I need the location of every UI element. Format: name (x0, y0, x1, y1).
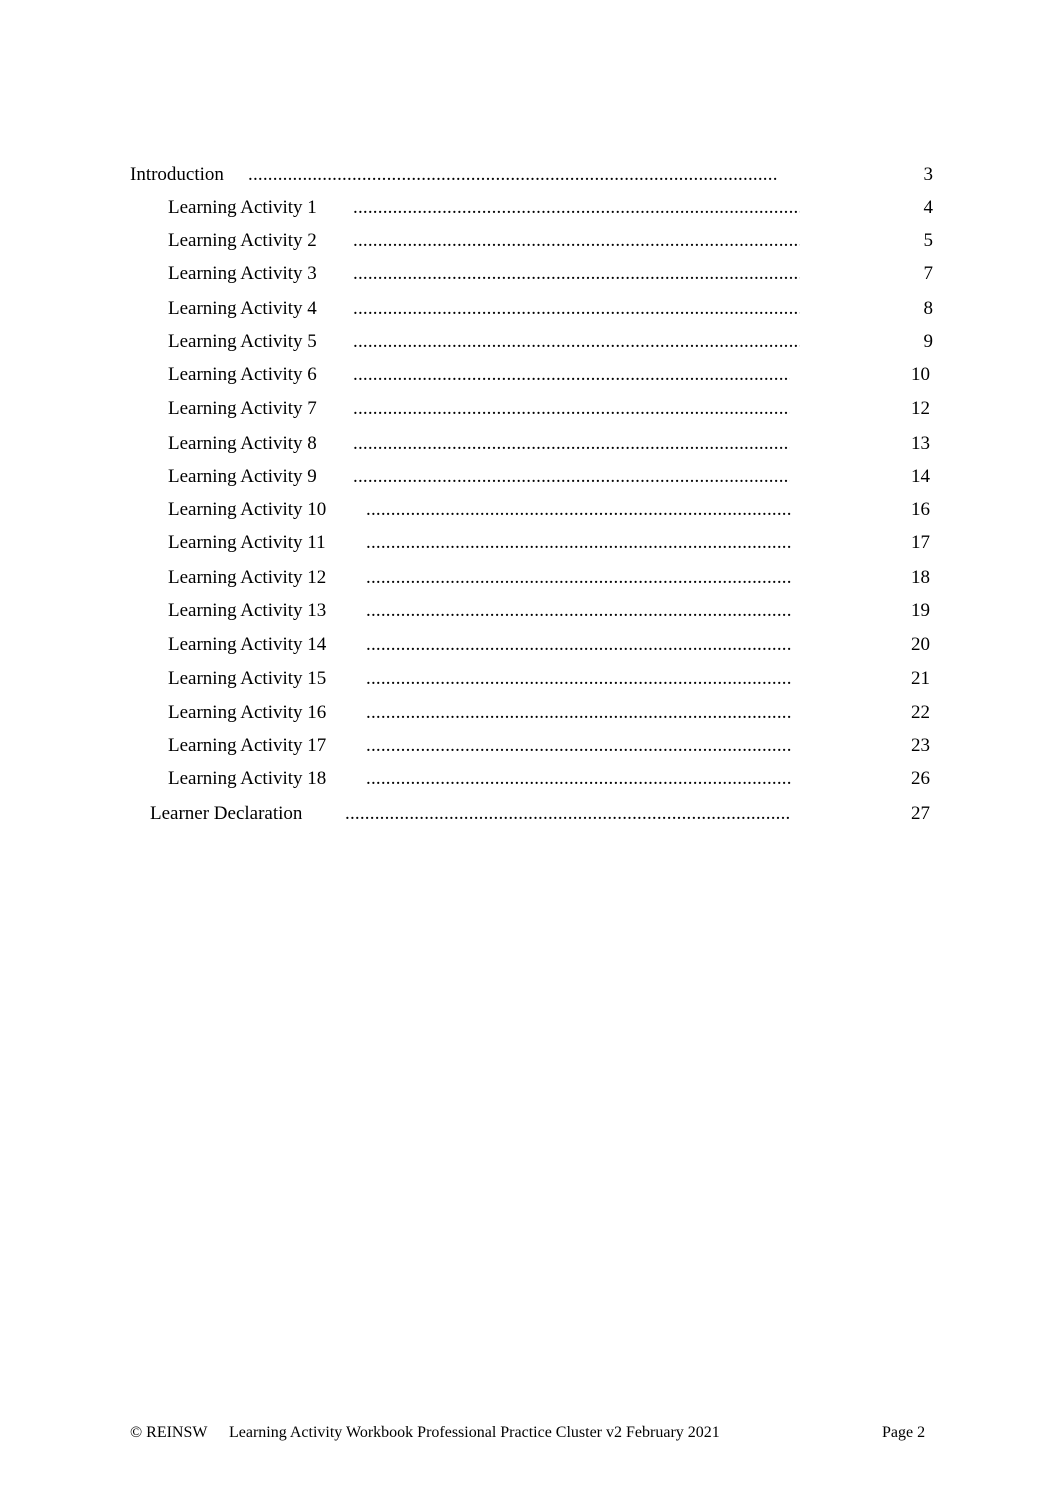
toc-page-number[interactable]: 5 (893, 229, 934, 253)
toc-page-number[interactable]: 4 (893, 196, 934, 220)
toc-entry[interactable]: Learning Activity 9.....................… (0, 465, 1062, 489)
toc-entry[interactable]: Learning Activity 10....................… (0, 498, 1062, 522)
toc-leader-dots: ........................................… (366, 600, 793, 621)
toc-entry[interactable]: Learner Declaration.....................… (0, 802, 1062, 826)
toc-entry-title[interactable]: Learning Activity 15 (168, 667, 326, 691)
footer-document-title: Learning Activity Workbook Professional … (229, 1424, 720, 1441)
toc-entry[interactable]: Learning Activity 3.....................… (0, 262, 1062, 286)
toc-page-number[interactable]: 9 (893, 330, 934, 354)
toc-entry[interactable]: Learning Activity 12....................… (0, 566, 1062, 590)
toc-entry-title[interactable]: Learning Activity 6 (168, 363, 317, 387)
toc-leader-dots: ........................................… (248, 164, 778, 185)
toc-entry[interactable]: Introduction............................… (0, 163, 1062, 187)
toc-entry-title[interactable]: Learning Activity 8 (168, 432, 317, 456)
toc-entry-title[interactable]: Learning Activity 7 (168, 397, 317, 421)
toc-entry-title[interactable]: Learning Activity 14 (168, 633, 326, 657)
toc-page-number[interactable]: 8 (893, 297, 934, 321)
toc-entry[interactable]: Learning Activity 16....................… (0, 701, 1062, 725)
toc-entry-title[interactable]: Learning Activity 5 (168, 330, 317, 354)
toc-page-number[interactable]: 3 (893, 163, 934, 187)
toc-entry-title[interactable]: Learner Declaration (150, 802, 302, 826)
toc-entry[interactable]: Learning Activity 5.....................… (0, 330, 1062, 354)
toc-entry[interactable]: Learning Activity 14....................… (0, 633, 1062, 657)
toc-entry-title[interactable]: Learning Activity 9 (168, 465, 317, 489)
toc-page-number[interactable]: 21 (890, 667, 930, 691)
toc-page-number[interactable]: 10 (890, 363, 930, 387)
toc-entry[interactable]: Learning Activity 4.....................… (0, 297, 1062, 321)
toc-leader-dots: ........................................… (366, 668, 793, 689)
toc-entry[interactable]: Learning Activity 11....................… (0, 531, 1062, 555)
toc-page-number[interactable]: 16 (890, 498, 930, 522)
toc-page-number[interactable]: 12 (890, 397, 930, 421)
toc-leader-dots: ........................................… (345, 803, 790, 824)
toc-entry-title[interactable]: Learning Activity 3 (168, 262, 317, 286)
toc-page-number[interactable]: 27 (890, 802, 930, 826)
toc-page-number[interactable]: 18 (890, 566, 930, 590)
toc-page-number[interactable]: 13 (890, 432, 930, 456)
toc-leader-dots: ........................................… (366, 532, 793, 553)
toc-leader-dots: ........................................… (366, 567, 793, 588)
toc-leader-dots: ........................................… (353, 331, 800, 352)
toc-page-number[interactable]: 7 (893, 262, 934, 286)
toc-leader-dots: ........................................… (366, 702, 793, 723)
toc-entry-title[interactable]: Learning Activity 18 (168, 767, 326, 791)
toc-entry-title[interactable]: Learning Activity 12 (168, 566, 326, 590)
toc-entry-title[interactable]: Learning Activity 13 (168, 599, 326, 623)
toc-entry[interactable]: Learning Activity 15....................… (0, 667, 1062, 691)
toc-page-number[interactable]: 26 (890, 767, 930, 791)
toc-page-number[interactable]: 20 (890, 633, 930, 657)
page-footer: © REINSW Learning Activity Workbook Prof… (0, 1422, 1062, 1444)
toc-entry[interactable]: Learning Activity 1.....................… (0, 196, 1062, 220)
toc-leader-dots: ........................................… (353, 298, 800, 319)
toc-page-number[interactable]: 17 (890, 531, 930, 555)
toc-leader-dots: ........................................… (366, 634, 793, 655)
toc-leader-dots: ........................................… (366, 735, 793, 756)
toc-entry-title[interactable]: Learning Activity 16 (168, 701, 326, 725)
toc-entry[interactable]: Learning Activity 8.....................… (0, 432, 1062, 456)
toc-entry[interactable]: Learning Activity 6.....................… (0, 363, 1062, 387)
toc-entry[interactable]: Learning Activity 2.....................… (0, 229, 1062, 253)
toc-leader-dots: ........................................… (366, 499, 793, 520)
toc-leader-dots: ........................................… (353, 230, 800, 251)
toc-leader-dots: ........................................… (353, 398, 790, 419)
toc-entry[interactable]: Learning Activity 7.....................… (0, 397, 1062, 421)
toc-page-number[interactable]: 14 (890, 465, 930, 489)
toc-entry-title[interactable]: Learning Activity 2 (168, 229, 317, 253)
toc-page-number[interactable]: 23 (890, 734, 930, 758)
toc-leader-dots: ........................................… (353, 466, 790, 487)
toc-entry-title[interactable]: Introduction (130, 163, 224, 187)
toc-entry-title[interactable]: Learning Activity 4 (168, 297, 317, 321)
toc-leader-dots: ........................................… (366, 768, 793, 789)
toc-entry-title[interactable]: Learning Activity 11 (168, 531, 326, 555)
toc-entry[interactable]: Learning Activity 18....................… (0, 767, 1062, 791)
toc-page-number[interactable]: 19 (890, 599, 930, 623)
footer-copyright: © REINSW (130, 1424, 208, 1441)
toc-entry-title[interactable]: Learning Activity 10 (168, 498, 326, 522)
toc-leader-dots: ........................................… (353, 263, 800, 284)
toc-entry-title[interactable]: Learning Activity 1 (168, 196, 317, 220)
toc-leader-dots: ........................................… (353, 433, 790, 454)
toc-page-number[interactable]: 22 (890, 701, 930, 725)
toc-leader-dots: ........................................… (353, 364, 790, 385)
toc-entry-title[interactable]: Learning Activity 17 (168, 734, 326, 758)
toc-leader-dots: ........................................… (353, 197, 800, 218)
toc-entry[interactable]: Learning Activity 13....................… (0, 599, 1062, 623)
toc-entry[interactable]: Learning Activity 17....................… (0, 734, 1062, 758)
footer-page-number: Page 2 (882, 1424, 926, 1441)
